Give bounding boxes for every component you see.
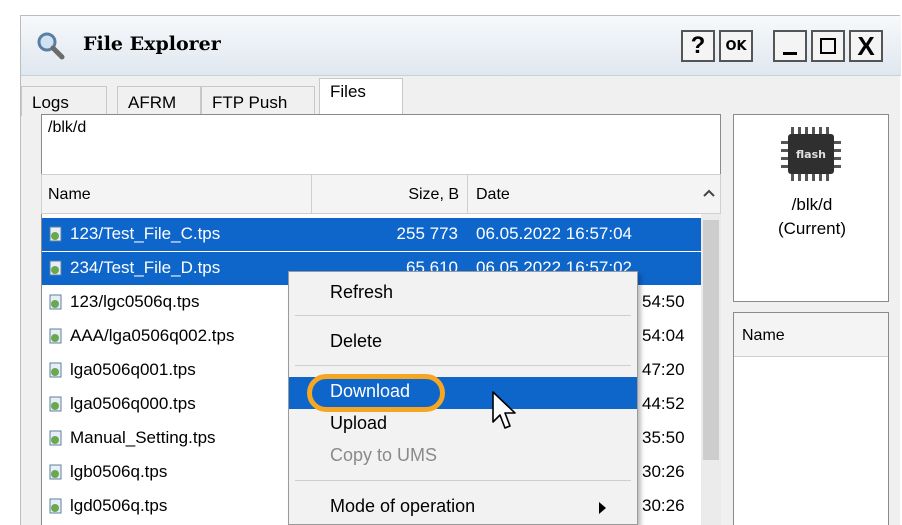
scroll-up-icon[interactable] — [698, 183, 720, 203]
file-time-partial: 30:26 — [642, 462, 685, 481]
column-header-date[interactable]: Date — [468, 175, 694, 213]
file-name: lga0506q001.tps — [70, 360, 196, 379]
submenu-arrow-icon — [599, 502, 606, 514]
maximize-button[interactable] — [811, 30, 845, 62]
search-icon — [37, 32, 65, 60]
storage-status: (Current) — [777, 219, 846, 238]
ok-button[interactable]: OK — [719, 30, 753, 62]
file-icon — [49, 226, 62, 242]
file-time-partial: 35:50 — [642, 428, 685, 447]
menu-item-mode-of-operation[interactable]: Mode of operation — [289, 492, 637, 524]
minimize-icon — [783, 51, 797, 55]
file-icon — [49, 396, 62, 412]
menu-separator — [295, 365, 631, 366]
file-name: Manual_Setting.tps — [70, 428, 216, 447]
mouse-pointer-icon — [492, 391, 516, 429]
download-callout — [307, 374, 445, 412]
storage-path: /blk/d — [791, 195, 833, 214]
file-icon — [49, 260, 62, 276]
file-icon — [49, 464, 62, 480]
table-row[interactable]: 123/Test_File_C.tps 255 773 06.05.2022 1… — [42, 218, 702, 251]
file-name: AAA/lga0506q002.tps — [70, 326, 235, 345]
column-header-size[interactable]: Size, B — [312, 175, 468, 213]
column-header-name[interactable]: Name — [734, 313, 888, 357]
file-name: 123/Test_File_C.tps — [70, 224, 221, 243]
storage-panel[interactable]: flash /blk/d (Current) — [733, 114, 889, 302]
file-icon — [49, 294, 62, 310]
menu-separator — [295, 315, 631, 316]
file-list-header: Name Size, B Date — [41, 174, 721, 214]
secondary-list: Name — [733, 312, 889, 525]
tab-ftp-push[interactable]: FTP Push — [201, 86, 315, 116]
tab-afrm[interactable]: AFRM — [117, 86, 201, 116]
file-icon — [49, 430, 62, 446]
menu-item-label: Mode of operation — [330, 496, 476, 516]
file-time-partial: 44:52 — [642, 394, 685, 413]
window-title: File Explorer — [83, 33, 221, 55]
current-path: /blk/d — [41, 114, 721, 176]
file-time-partial: 54:04 — [642, 326, 685, 345]
file-time-partial: 47:20 — [642, 360, 685, 379]
file-time-partial: 30:26 — [642, 496, 685, 515]
close-button[interactable]: X — [849, 30, 883, 62]
file-icon — [49, 362, 62, 378]
file-size: 255 773 — [396, 224, 458, 243]
menu-item-copy-to-ums: Copy to UMS — [330, 445, 438, 465]
file-name: lga0506q000.tps — [70, 394, 196, 413]
column-header-name[interactable]: Name — [42, 175, 312, 213]
file-icon — [49, 498, 62, 514]
file-name: lgd0506q.tps — [70, 496, 168, 515]
flash-chip-icon: flash — [781, 127, 841, 181]
file-name: lgb0506q.tps — [70, 462, 168, 481]
menu-item-delete[interactable]: Delete — [289, 327, 637, 359]
file-date: 06.05.2022 16:57:04 — [476, 224, 632, 243]
chip-label: flash — [796, 148, 826, 161]
menu-item-refresh[interactable]: Refresh — [289, 278, 637, 310]
file-name: 123/lgc0506q.tps — [70, 292, 200, 311]
maximize-icon — [820, 38, 836, 54]
file-icon — [49, 328, 62, 344]
tab-logs[interactable]: Logs — [21, 86, 107, 116]
file-name: 234/Test_File_D.tps — [70, 258, 221, 277]
help-button[interactable]: ? — [681, 30, 715, 62]
vertical-scrollbar[interactable] — [701, 214, 721, 525]
tab-files[interactable]: Files — [319, 78, 403, 116]
menu-separator — [295, 480, 631, 481]
menu-item-upload[interactable]: Upload — [289, 409, 637, 441]
minimize-button[interactable] — [773, 30, 807, 62]
scrollbar-thumb[interactable] — [703, 220, 719, 460]
tab-bar: Logs AFRM FTP Push Files — [21, 78, 901, 116]
title-bar[interactable]: File Explorer ? OK X — [21, 16, 901, 76]
file-time-partial: 54:50 — [642, 292, 685, 311]
